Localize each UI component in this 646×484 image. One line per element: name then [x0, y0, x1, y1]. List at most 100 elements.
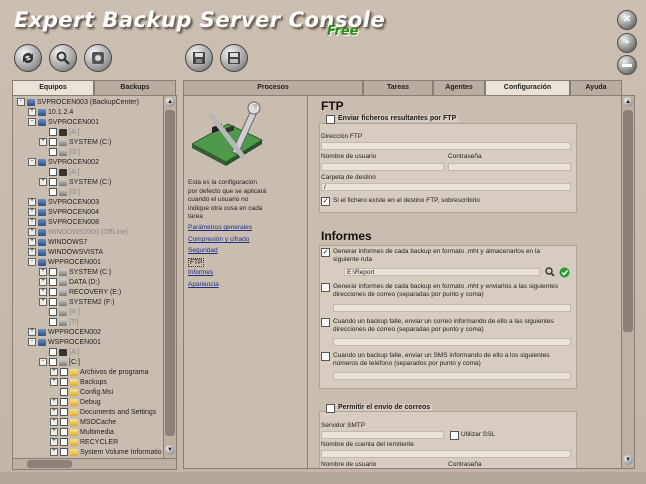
tree-node[interactable]: - WSPROCEN001: [28, 338, 101, 348]
tree-node-checkbox[interactable]: [49, 188, 57, 197]
tree-node[interactable]: [A:]: [39, 128, 80, 138]
fail-email-input[interactable]: [333, 338, 571, 346]
report-path-input[interactable]: E:\Report: [344, 268, 540, 276]
tree-node-checkbox[interactable]: [60, 388, 68, 397]
tree-node[interactable]: [D:]: [39, 188, 80, 198]
tree-node[interactable]: Config.Msi: [50, 388, 113, 398]
report-save-checkbox[interactable]: ✓: [321, 248, 330, 257]
tree-node[interactable]: [D:]: [39, 148, 80, 158]
settings-icon[interactable]: [84, 44, 112, 72]
expand-icon[interactable]: +: [39, 178, 47, 187]
ftp-password-input[interactable]: [448, 163, 571, 171]
ftp-address-input[interactable]: [321, 142, 571, 150]
fail-sms-checkbox[interactable]: [321, 352, 330, 361]
expand-icon[interactable]: +: [50, 378, 58, 387]
expand-icon[interactable]: +: [28, 328, 36, 337]
ftp-user-input[interactable]: [321, 163, 444, 171]
tree-node-checkbox[interactable]: [49, 268, 57, 277]
link-informes[interactable]: Informes: [188, 269, 213, 276]
ftp-enable-checkbox[interactable]: [326, 115, 335, 124]
expand-icon[interactable]: +: [39, 138, 47, 147]
expand-icon[interactable]: +: [50, 428, 58, 437]
tab-tareas[interactable]: Tareas: [363, 80, 433, 96]
tree-node-checkbox[interactable]: [49, 288, 57, 297]
refresh-icon[interactable]: [14, 44, 42, 72]
tree-node[interactable]: + DATA (D:): [39, 278, 100, 288]
expand-icon[interactable]: +: [28, 248, 36, 257]
link-compresion-cifrado[interactable]: Compresión y cifrado: [188, 236, 249, 243]
expand-icon[interactable]: +: [50, 418, 58, 427]
tree-node[interactable]: + WINDOWS2000 (OffLine): [28, 228, 128, 238]
smtp-input[interactable]: [321, 431, 444, 439]
collapse-icon[interactable]: -: [28, 158, 36, 167]
tree-node[interactable]: + SYSTEM (C:): [39, 268, 111, 278]
search-icon[interactable]: [49, 44, 77, 72]
expand-icon[interactable]: +: [28, 218, 36, 227]
tree-node[interactable]: + WINDOWSVISTA: [28, 248, 103, 258]
tree-node-checkbox[interactable]: [60, 378, 68, 387]
tree-node[interactable]: + WINDOWS7: [28, 238, 87, 248]
tree-node[interactable]: + WPPROCEN002: [28, 328, 101, 338]
scroll-down-icon[interactable]: ▼: [165, 445, 175, 455]
scroll-up-icon[interactable]: ▲: [623, 97, 633, 107]
ftp-folder-input[interactable]: /: [321, 183, 571, 191]
tree-node-checkbox[interactable]: [49, 168, 57, 177]
collapse-icon[interactable]: -: [28, 258, 36, 267]
expand-icon[interactable]: +: [28, 228, 36, 237]
expand-icon[interactable]: +: [28, 108, 36, 117]
tree-node[interactable]: + SYSTEM2 (F:): [39, 298, 115, 308]
tree-node[interactable]: [A:]: [39, 168, 80, 178]
expand-icon[interactable]: +: [39, 268, 47, 277]
tree-node-checkbox[interactable]: [60, 428, 68, 437]
tree-node[interactable]: + SVPROCEN004: [28, 208, 99, 218]
tree-node-checkbox[interactable]: [49, 298, 57, 307]
tree-node-checkbox[interactable]: [49, 308, 57, 317]
tree-node[interactable]: + Debug: [50, 398, 101, 408]
save-all-icon[interactable]: [220, 44, 248, 72]
tree-node-checkbox[interactable]: [60, 368, 68, 377]
tree-node[interactable]: + Documents and Settings: [50, 408, 156, 418]
tree-node[interactable]: + SYSTEM (C:): [39, 178, 111, 188]
tree-node-checkbox[interactable]: [49, 138, 57, 147]
tree-node[interactable]: - [C:]: [39, 358, 80, 368]
fail-sms-input[interactable]: [333, 372, 571, 380]
link-ftp[interactable]: FTP: [188, 258, 205, 267]
expand-icon[interactable]: +: [50, 398, 58, 407]
scroll-thumb-horizontal[interactable]: [27, 460, 72, 468]
tree-node[interactable]: + Backups: [50, 378, 107, 388]
link-apariencia[interactable]: Apariencia: [188, 281, 219, 288]
expand-icon[interactable]: +: [39, 288, 47, 297]
expand-icon[interactable]: +: [39, 278, 47, 287]
tree-node[interactable]: +10.1.2.4: [28, 108, 73, 118]
ftp-overwrite-checkbox[interactable]: ✓: [321, 197, 330, 206]
tree-node[interactable]: + SVPROCEN008: [28, 218, 99, 228]
minimize-icon[interactable]: ▪: [617, 33, 637, 53]
tree-node[interactable]: [A:]: [39, 348, 80, 358]
tree-node[interactable]: + Archivos de programa: [50, 368, 148, 378]
tree-node[interactable]: - SVPROCEN002: [28, 158, 99, 168]
tree-node[interactable]: - WPPROCEN001: [28, 258, 101, 268]
report-email-input[interactable]: [333, 304, 571, 312]
expand-icon[interactable]: +: [39, 298, 47, 307]
tree-node-checkbox[interactable]: [49, 178, 57, 187]
tree-node-checkbox[interactable]: [49, 148, 57, 157]
tree-horizontal-scrollbar[interactable]: [12, 458, 177, 470]
tree-node[interactable]: + System Volume Informatio: [50, 448, 162, 458]
tab-backups[interactable]: Backups: [94, 80, 176, 96]
link-parametros-generales[interactable]: Parámetros generales: [188, 224, 252, 231]
tree-node[interactable]: + MSOCache: [50, 418, 116, 428]
tab-equipos[interactable]: Equipos: [12, 80, 94, 96]
tree-node[interactable]: + RECYCLER: [50, 438, 118, 448]
tab-configuracion[interactable]: Configuración: [485, 80, 570, 96]
collapse-icon[interactable]: -: [28, 338, 36, 347]
tree-node[interactable]: + SYSTEM (C:): [39, 138, 111, 148]
scroll-down-icon[interactable]: ▼: [623, 455, 633, 465]
expand-icon[interactable]: +: [28, 198, 36, 207]
tree-node-checkbox[interactable]: [60, 438, 68, 447]
expand-icon[interactable]: +: [50, 448, 58, 457]
link-seguridad[interactable]: Seguridad: [188, 247, 218, 254]
collapse-icon[interactable]: -: [39, 358, 47, 367]
browse-search-icon[interactable]: [545, 267, 555, 277]
tree-node-checkbox[interactable]: [49, 318, 57, 327]
tree-node[interactable]: - SVPROCEN001: [28, 118, 99, 128]
